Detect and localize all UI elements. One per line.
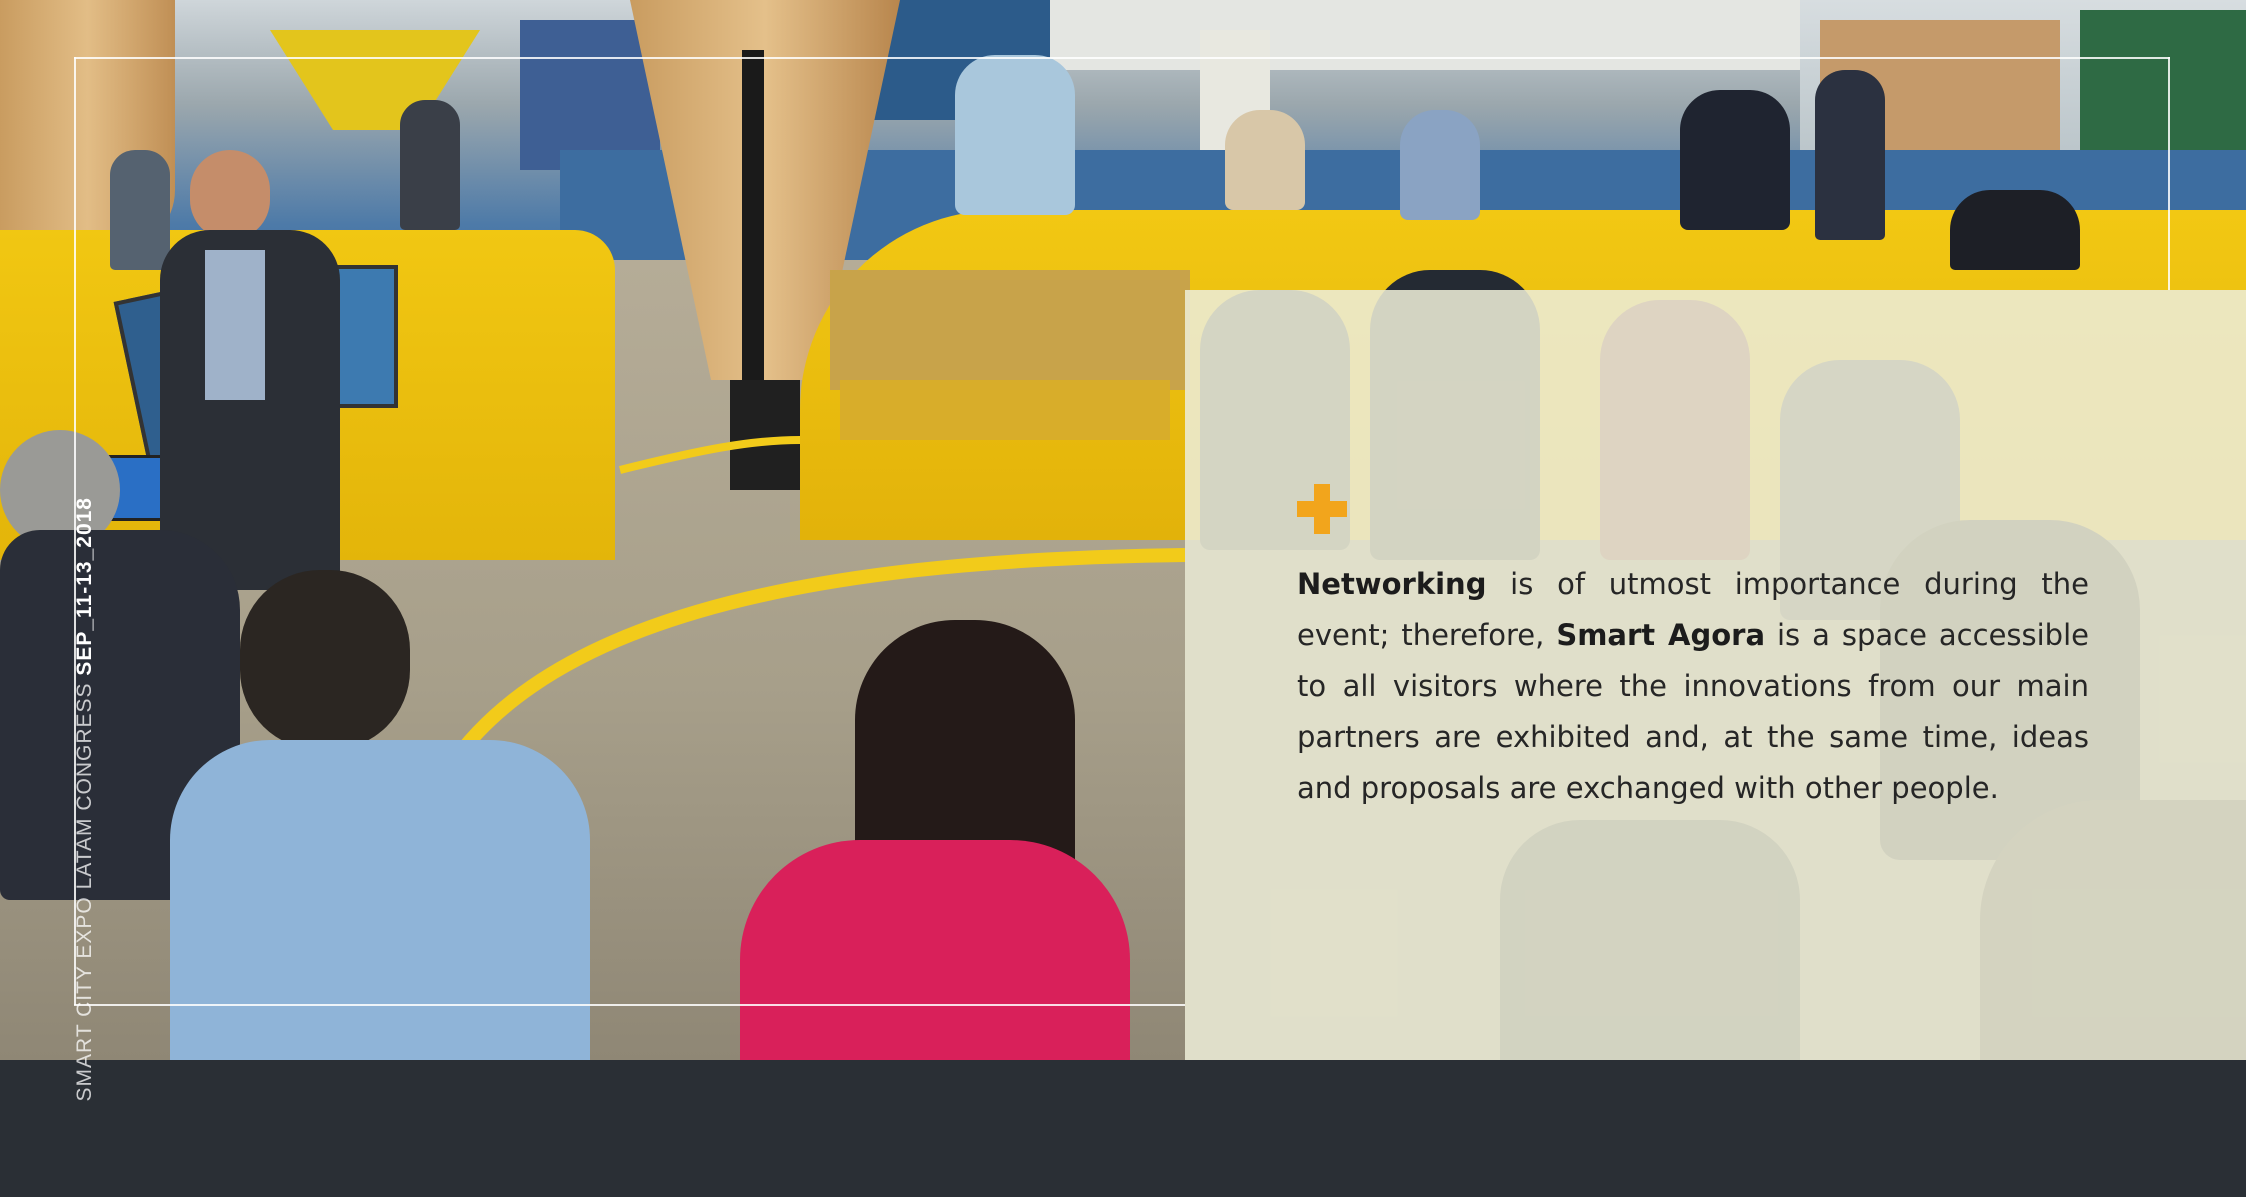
event-name: SMART CITY EXPO LATAM CONGRESS (73, 675, 96, 1102)
frame-line-top (74, 57, 2170, 59)
frame-line-bottom (74, 1004, 1185, 1006)
event-dates: SEP_11-13_2018 (73, 497, 96, 676)
term-smart-agora: Smart Agora (1556, 618, 1766, 652)
term-networking: Networking (1297, 567, 1487, 601)
networking-paragraph: Networking is of utmost importance durin… (1297, 559, 2089, 814)
plus-icon (1297, 484, 1347, 534)
event-caption: SMART CITY EXPO LATAM CONGRESS SEP_11-13… (73, 497, 103, 1197)
frame-line-right (2168, 57, 2170, 290)
